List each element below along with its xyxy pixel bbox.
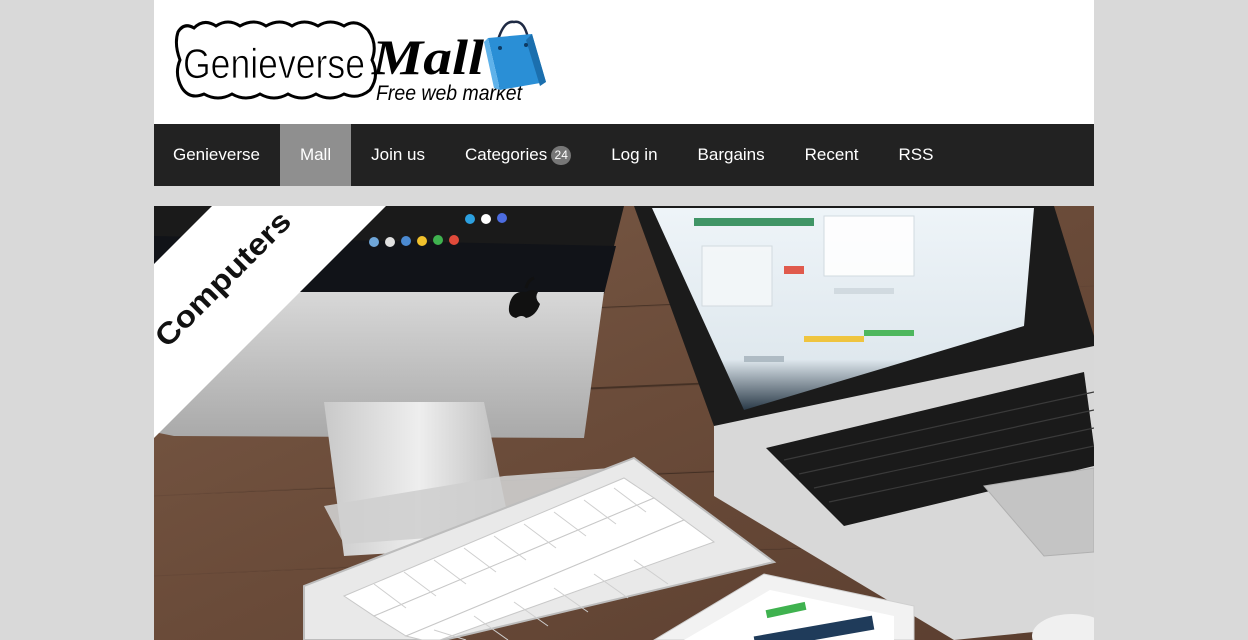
logo-word-mall: Mall <box>371 29 484 85</box>
site-logo[interactable]: Genieverse Mall Free web market <box>174 14 554 106</box>
page-container: Genieverse Mall Free web market Geniever… <box>154 0 1094 640</box>
nav-label: RSS <box>898 145 934 164</box>
categories-count-badge: 24 <box>551 145 572 165</box>
nav-item-recent[interactable]: Recent <box>785 124 879 186</box>
site-header: Genieverse Mall Free web market <box>154 0 1094 124</box>
nav-label: Log in <box>611 145 658 164</box>
nav-item-join-us[interactable]: Join us <box>351 124 445 186</box>
nav-label: Join us <box>371 145 425 164</box>
nav-label: Categories <box>464 145 548 164</box>
nav-item-log-in[interactable]: Log in <box>591 124 677 186</box>
main-navigation: Genieverse Mall Join us Categories 24 Lo… <box>154 124 1094 186</box>
shopping-bag-icon <box>484 20 546 90</box>
category-banner-computers[interactable]: Computers <box>154 206 1094 640</box>
nav-label: Genieverse <box>173 145 260 164</box>
nav-item-mall[interactable]: Mall <box>279 124 352 186</box>
nav-item-bargains[interactable]: Bargains <box>678 124 785 186</box>
nav-item-rss[interactable]: RSS <box>879 124 954 186</box>
nav-item-categories[interactable]: Categories 24 <box>445 124 591 186</box>
nav-label: Mall <box>299 145 332 164</box>
nav-label: Bargains <box>697 145 765 164</box>
nav-label: Recent <box>804 145 859 164</box>
nav-item-genieverse[interactable]: Genieverse <box>154 124 280 186</box>
logo-word-genieverse: Genieverse <box>183 40 365 87</box>
